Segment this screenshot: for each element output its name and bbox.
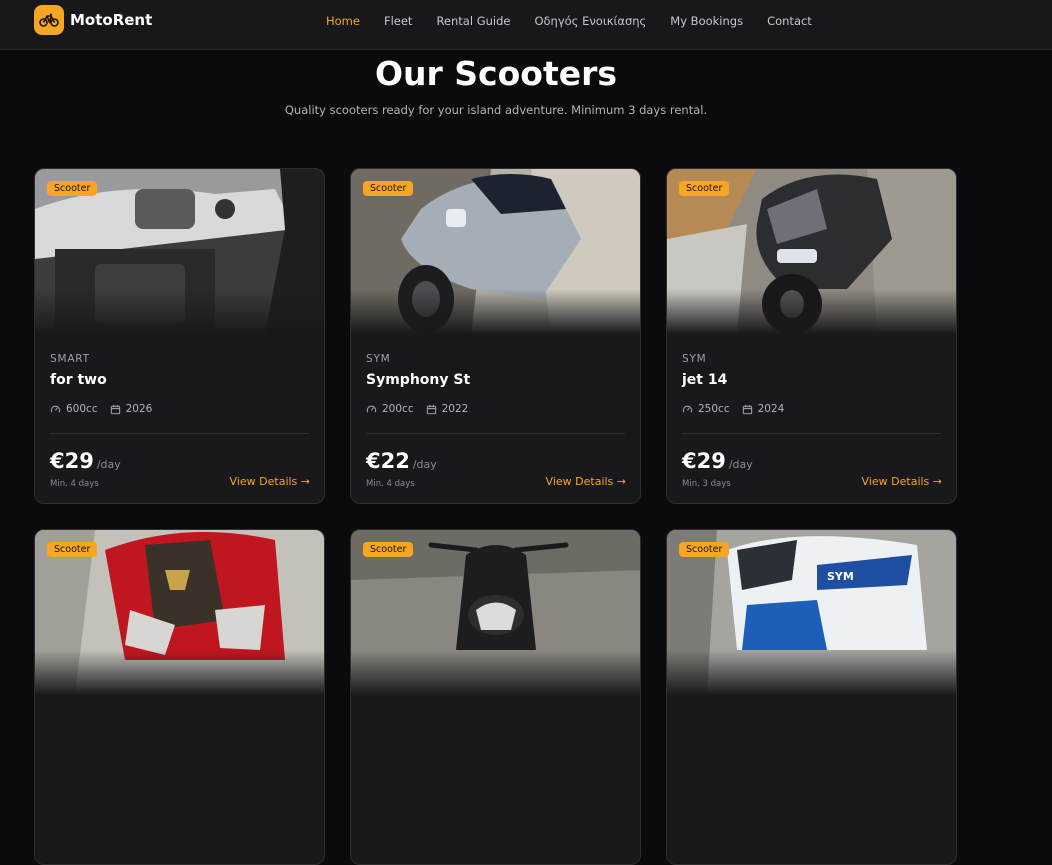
engine-cc: 600cc	[66, 403, 98, 415]
view-details-link[interactable]: View Details →	[230, 475, 310, 488]
card-specs: 600cc 2026	[50, 403, 164, 415]
bicycle-icon	[34, 5, 64, 35]
card-price: €29 /day	[50, 449, 121, 473]
scooter-card[interactable]: SYM Scooter	[666, 529, 957, 865]
page-subtitle: Quality scooters ready for your island a…	[284, 103, 708, 117]
nav-contact[interactable]: Contact	[767, 14, 812, 28]
scooter-card[interactable]: Scooter	[34, 529, 325, 865]
card-price: €22 /day	[366, 449, 437, 473]
price-value: €22	[366, 449, 410, 473]
price-value: €29	[682, 449, 726, 473]
gauge-icon	[50, 405, 61, 413]
scooter-card[interactable]: Scooter SYM Symphony St 200cc 2022 €22 /…	[350, 168, 641, 504]
engine-cc: 250cc	[698, 403, 730, 415]
calendar-icon	[742, 404, 752, 414]
scooter-card[interactable]: Scooter	[350, 529, 641, 865]
category-badge: Scooter	[363, 181, 414, 196]
calendar-icon	[426, 404, 436, 414]
nav-my-bookings[interactable]: My Bookings	[670, 14, 743, 28]
category-badge: Scooter	[47, 542, 98, 557]
category-badge: Scooter	[47, 181, 98, 196]
card-make: SYM	[682, 353, 707, 365]
category-badge: Scooter	[363, 542, 414, 557]
view-details-link[interactable]: View Details →	[862, 475, 942, 488]
svg-text:SYM: SYM	[827, 570, 854, 583]
brand[interactable]: MotoRent	[34, 5, 152, 35]
year-spec: 2024	[742, 403, 785, 415]
card-make: SMART	[50, 353, 90, 365]
view-details-link[interactable]: View Details →	[546, 475, 626, 488]
price-value: €29	[50, 449, 94, 473]
engine-spec: 600cc	[50, 403, 98, 415]
engine-spec: 250cc	[682, 403, 730, 415]
brand-name: MotoRent	[70, 11, 153, 29]
price-unit: /day	[96, 458, 121, 471]
nav-links: Home Fleet Rental Guide Οδηγός Ενοικίαση…	[326, 14, 836, 28]
gauge-icon	[366, 405, 377, 413]
calendar-icon	[110, 404, 120, 414]
model-year: 2024	[757, 403, 785, 415]
scooter-card[interactable]: Scooter SYM jet 14 250cc 2024 €29 /day M…	[666, 168, 957, 504]
gauge-icon	[682, 405, 693, 413]
engine-spec: 200cc	[366, 403, 414, 415]
model-year: 2022	[441, 403, 469, 415]
category-badge: Scooter	[679, 181, 730, 196]
card-divider	[682, 433, 941, 434]
engine-cc: 200cc	[382, 403, 414, 415]
price-unit: /day	[728, 458, 753, 471]
nav-home[interactable]: Home	[326, 14, 360, 28]
minimum-rental: Min. 4 days	[366, 479, 415, 489]
category-badge: Scooter	[679, 542, 730, 557]
card-specs: 200cc 2022	[366, 403, 480, 415]
minimum-rental: Min. 4 days	[50, 479, 99, 489]
nav-rental-guide[interactable]: Rental Guide	[436, 14, 510, 28]
card-model: for two	[50, 372, 107, 388]
year-spec: 2022	[426, 403, 469, 415]
card-specs: 250cc 2024	[682, 403, 796, 415]
scooter-card[interactable]: Scooter SMART for two 600cc 2026 €29 /da…	[34, 168, 325, 504]
model-year: 2026	[125, 403, 153, 415]
nav-fleet[interactable]: Fleet	[384, 14, 412, 28]
page-title: Our Scooters	[374, 54, 618, 93]
nav-rental-guide-greek[interactable]: Οδηγός Ενοικίασης	[534, 14, 646, 28]
minimum-rental: Min. 3 days	[682, 479, 731, 489]
card-model: jet 14	[682, 372, 728, 388]
card-model: Symphony St	[366, 372, 471, 388]
card-divider	[50, 433, 309, 434]
price-unit: /day	[412, 458, 437, 471]
card-divider	[366, 433, 625, 434]
card-make: SYM	[366, 353, 391, 365]
top-navbar: MotoRent Home Fleet Rental Guide Οδηγός …	[0, 0, 1052, 50]
year-spec: 2026	[110, 403, 153, 415]
card-price: €29 /day	[682, 449, 753, 473]
